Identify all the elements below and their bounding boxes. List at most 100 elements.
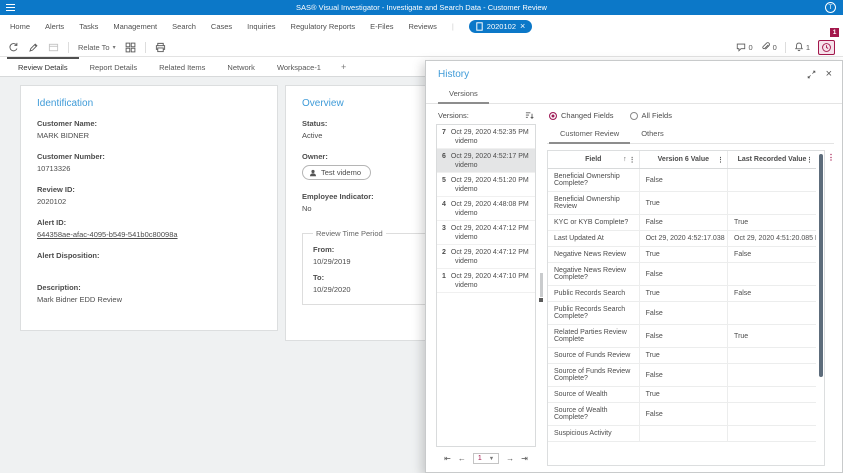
field-value: 2020102: [37, 197, 67, 206]
tab-review-details[interactable]: Review Details: [7, 57, 79, 76]
print-icon[interactable]: [155, 42, 166, 53]
user-avatar[interactable]: T: [825, 2, 836, 13]
alerts-button[interactable]: 1: [794, 42, 810, 52]
version-user: videmo: [455, 282, 478, 289]
owner-chip[interactable]: Test videmo: [302, 165, 372, 180]
close-record-icon[interactable]: ×: [520, 22, 525, 31]
customer-name-field: Customer Name: MARK BIDNER: [37, 119, 261, 140]
chevron-down-icon: ▾: [112, 44, 116, 51]
close-icon[interactable]: ×: [826, 69, 832, 80]
card-action-icon: [48, 42, 59, 53]
version-item[interactable]: 1 Oct 29, 2020 4:47:10 PM videmo: [437, 269, 535, 293]
edit-icon[interactable]: [28, 42, 39, 53]
nav-item-inquiries[interactable]: Inquiries: [247, 22, 275, 31]
person-icon: [309, 169, 317, 176]
notification-badge: 1: [830, 28, 839, 37]
expand-icon[interactable]: [807, 70, 816, 79]
tab-versions[interactable]: Versions: [438, 86, 489, 104]
version-item[interactable]: 6 Oct 29, 2020 4:52:17 PM videmo: [437, 149, 535, 173]
version-number: 7: [442, 129, 446, 136]
refresh-icon[interactable]: [8, 42, 19, 53]
sort-versions-icon[interactable]: [525, 111, 534, 120]
nav-item-cases[interactable]: Cases: [211, 22, 232, 31]
column-menu-icon[interactable]: ⋮: [806, 156, 813, 164]
nav-item-tasks[interactable]: Tasks: [79, 22, 98, 31]
tab-report-details[interactable]: Report Details: [79, 57, 149, 76]
table-row: Source of Funds Review True: [548, 347, 816, 364]
table-options-icon[interactable]: ⋮: [827, 154, 835, 162]
first-page-button[interactable]: ⇤: [444, 454, 451, 463]
comments-count: 0: [748, 42, 753, 52]
nav-item-reviews[interactable]: Reviews: [409, 22, 437, 31]
nav-divider: |: [451, 22, 454, 31]
sort-ascending-icon[interactable]: ↑: [623, 156, 627, 164]
version-user: videmo: [455, 210, 478, 217]
version-item[interactable]: 3 Oct 29, 2020 4:47:12 PM videmo: [437, 221, 535, 245]
nav-item-efiles[interactable]: E-Files: [370, 22, 393, 31]
field-value: MARK BIDNER: [37, 131, 90, 140]
page-number: 1: [477, 455, 482, 462]
hamburger-menu-icon[interactable]: [6, 4, 15, 11]
field-name-cell: Public Records Search Complete?: [548, 301, 640, 325]
open-record-tab[interactable]: 2020102 ×: [468, 20, 533, 33]
last-recorded-cell: True: [727, 324, 816, 348]
history-button-active[interactable]: [818, 39, 835, 55]
nav-item-alerts[interactable]: Alerts: [45, 22, 64, 31]
table-row: Beneficial Ownership Review True: [548, 191, 816, 215]
history-header: History ×: [426, 61, 842, 81]
version-item[interactable]: 4 Oct 29, 2020 4:48:08 PM videmo: [437, 197, 535, 221]
next-page-button[interactable]: →: [506, 454, 514, 463]
column-menu-icon[interactable]: ⋮: [717, 156, 724, 164]
field-name-cell: Source of Wealth: [548, 386, 640, 403]
version-item[interactable]: 5 Oct 29, 2020 4:51:20 PM videmo: [437, 173, 535, 197]
version-number: 1: [442, 273, 446, 280]
relate-to-button[interactable]: Relate To ▾: [78, 43, 116, 52]
version-value-cell: False: [639, 324, 729, 348]
tab-network[interactable]: Network: [216, 57, 266, 76]
previous-page-button[interactable]: ←: [458, 454, 466, 463]
nav-item-search[interactable]: Search: [172, 22, 196, 31]
history-subtabs: Customer Review Others: [547, 126, 834, 144]
chevron-down-icon: ▼: [488, 455, 495, 462]
subtab-customer-review[interactable]: Customer Review: [549, 126, 631, 144]
column-menu-icon[interactable]: ⋮: [629, 156, 636, 164]
field-name-cell: Beneficial Ownership Review: [548, 191, 640, 215]
page-select[interactable]: 1 ▼: [472, 453, 500, 464]
column-header-field[interactable]: Field ↑ ⋮: [548, 151, 640, 169]
review-id-field: Review ID: 2020102: [37, 185, 261, 206]
attachments-button[interactable]: 0: [761, 42, 777, 52]
nav-item-regulatory-reports[interactable]: Regulatory Reports: [291, 22, 356, 31]
alert-disposition-field: Alert Disposition:: [37, 251, 261, 271]
versions-column: Versions: 7 Oct 29, 2020 4:52:35 PM vide…: [436, 109, 536, 466]
field-name-cell: Negative News Review: [548, 246, 640, 263]
column-header-version6[interactable]: Version 6 Value ⋮: [639, 151, 729, 169]
nav-item-management[interactable]: Management: [113, 22, 157, 31]
add-tab-button[interactable]: +: [332, 57, 355, 76]
table-row: Related Parties Review Complete False Tr…: [548, 324, 816, 348]
last-recorded-cell: False: [727, 285, 816, 302]
all-fields-radio[interactable]: All Fields: [629, 111, 672, 120]
version-item[interactable]: 2 Oct 29, 2020 4:47:12 PM videmo: [437, 245, 535, 269]
bell-icon: [794, 42, 803, 52]
workspace-grid-icon[interactable]: [125, 42, 136, 53]
versions-header: Versions:: [436, 109, 536, 124]
version-value-cell: True: [639, 246, 729, 263]
nav-item-home[interactable]: Home: [10, 22, 30, 31]
version-item[interactable]: 7 Oct 29, 2020 4:52:35 PM videmo: [437, 125, 535, 149]
field-label: Customer Name:: [37, 119, 98, 128]
panel-splitter[interactable]: [536, 109, 546, 466]
comments-button[interactable]: 0: [736, 42, 753, 52]
column-header-last-recorded[interactable]: Last Recorded Value ⋮: [727, 151, 816, 169]
alert-id-link[interactable]: 644358ae-afac-4095-b549-541b0c80098a: [37, 230, 261, 239]
changed-fields-radio[interactable]: Changed Fields: [549, 111, 614, 120]
table-scrollbar-thumb[interactable]: [819, 154, 823, 377]
last-recorded-cell: [727, 301, 816, 325]
last-page-button[interactable]: ⇥: [521, 454, 528, 463]
table-row: Negative News Review True False: [548, 246, 816, 263]
tab-workspace-1[interactable]: Workspace-1: [266, 57, 332, 76]
field-name-cell: Source of Funds Review: [548, 347, 640, 364]
tab-related-items[interactable]: Related Items: [148, 57, 216, 76]
identification-card: Identification Customer Name: MARK BIDNE…: [20, 85, 278, 331]
subtab-others[interactable]: Others: [630, 126, 675, 144]
field-name-cell: Negative News Review Complete?: [548, 262, 640, 286]
